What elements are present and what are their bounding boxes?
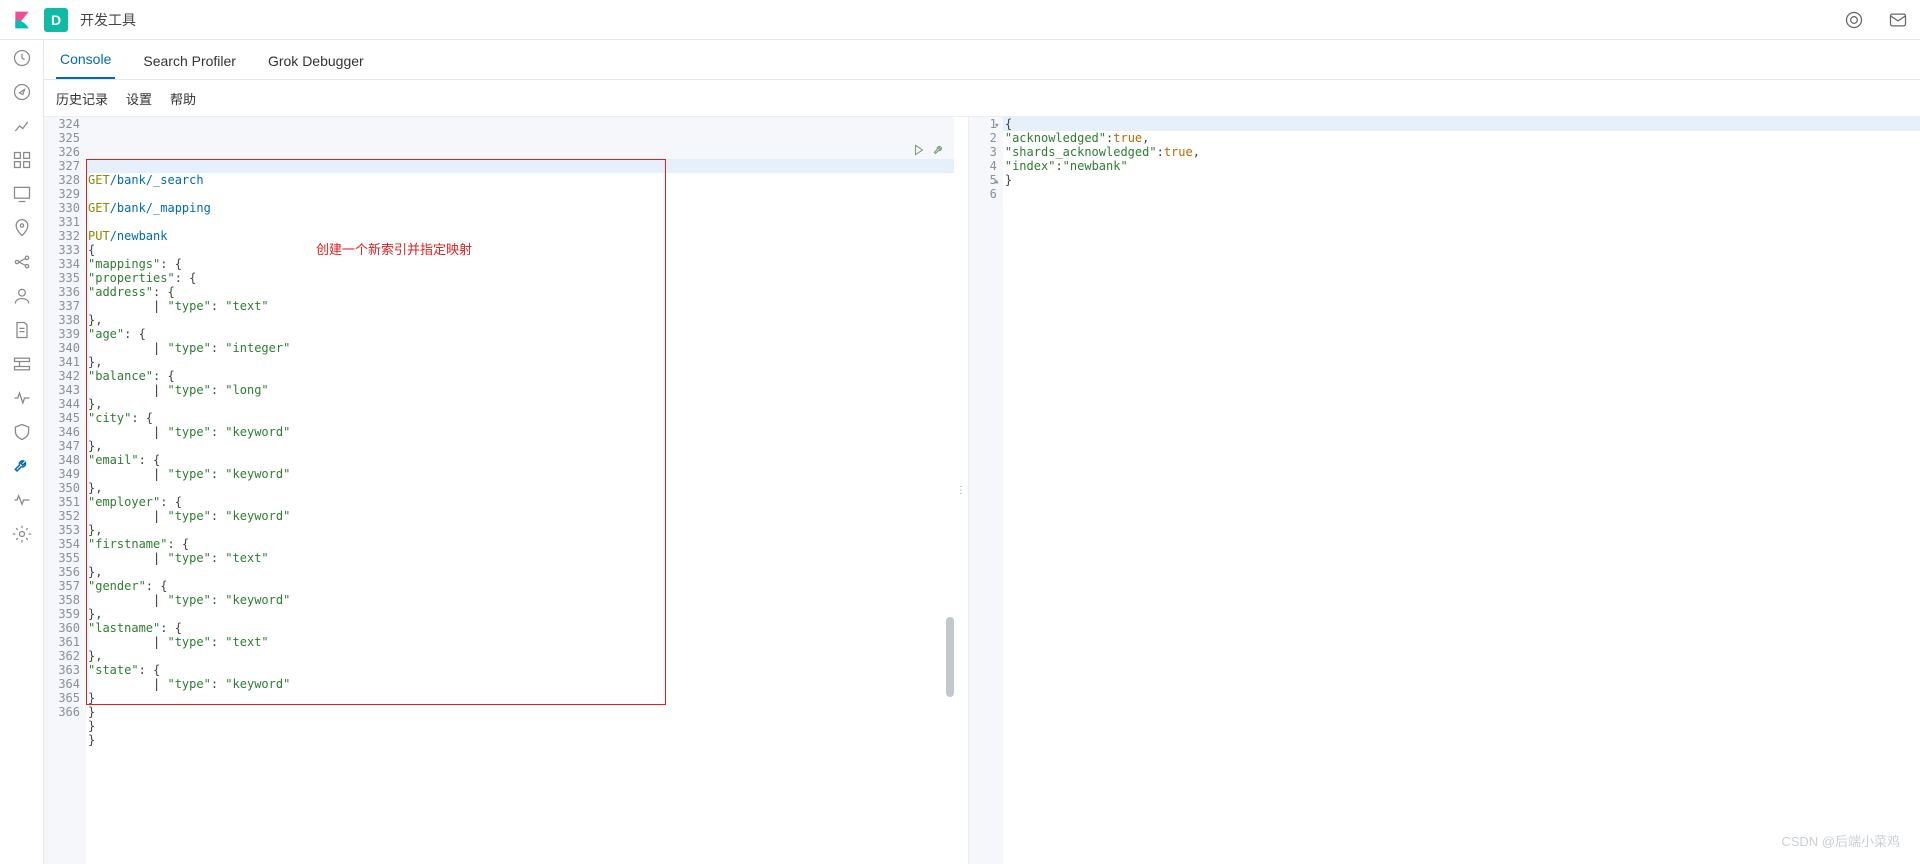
response-editor: 123456▾▴ { "acknowledged" : true, "shard… <box>968 117 1920 864</box>
subbar-settings[interactable]: 设置 <box>126 89 152 108</box>
main: Console Search Profiler Grok Debugger 历史… <box>44 40 1920 864</box>
topbar: D 开发工具 <box>0 0 1920 40</box>
sidebar <box>0 40 44 864</box>
maps-icon[interactable] <box>12 218 32 238</box>
mail-icon[interactable] <box>1888 10 1908 30</box>
space-badge[interactable]: D <box>44 8 68 32</box>
tab-grok-debugger[interactable]: Grok Debugger <box>264 43 368 79</box>
logs-icon[interactable] <box>12 320 32 340</box>
devtools-icon[interactable] <box>12 456 32 476</box>
discover-icon[interactable] <box>12 82 32 102</box>
metrics-icon[interactable] <box>12 286 32 306</box>
uptime-icon[interactable] <box>12 388 32 408</box>
wrench-icon[interactable] <box>932 143 946 157</box>
monitoring-icon[interactable] <box>12 490 32 510</box>
request-editor[interactable]: 3243253263273283293303313323333343353363… <box>44 117 954 864</box>
subbar-help[interactable]: 帮助 <box>170 89 196 108</box>
request-code[interactable]: GET /bank/_searchGET /bank/_mappingPUT /… <box>86 117 954 864</box>
body: Console Search Profiler Grok Debugger 历史… <box>0 40 1920 864</box>
tab-search-profiler[interactable]: Search Profiler <box>139 43 240 79</box>
siem-icon[interactable] <box>12 422 32 442</box>
request-gutter: 3243253263273283293303313323333343353363… <box>44 117 86 864</box>
breadcrumb-title: 开发工具 <box>80 10 136 30</box>
canvas-icon[interactable] <box>12 184 32 204</box>
apm-icon[interactable] <box>12 354 32 374</box>
editors: 3243253263273283293303313323333343353363… <box>44 116 1920 864</box>
ml-icon[interactable] <box>12 252 32 272</box>
response-code[interactable]: { "acknowledged" : true, "shards_acknowl… <box>1003 117 1920 864</box>
help-icon[interactable] <box>1844 10 1864 30</box>
tabs: Console Search Profiler Grok Debugger <box>44 40 1920 80</box>
recent-icon[interactable] <box>12 48 32 68</box>
watermark: CSDN @后端小菜鸡 <box>1781 831 1900 850</box>
run-icon[interactable] <box>912 143 926 157</box>
response-gutter: 123456▾▴ <box>969 117 1003 864</box>
app-root: D 开发工具 Console Search Profiler <box>0 0 1920 864</box>
dashboard-icon[interactable] <box>12 150 32 170</box>
kibana-logo-icon <box>12 10 32 30</box>
subbar-history[interactable]: 历史记录 <box>56 89 108 108</box>
subbar: 历史记录 设置 帮助 <box>44 80 1920 116</box>
management-icon[interactable] <box>12 524 32 544</box>
splitter[interactable]: ⋮ <box>954 117 968 864</box>
editor-actions <box>912 143 946 157</box>
tab-console[interactable]: Console <box>56 41 115 79</box>
visualize-icon[interactable] <box>12 116 32 136</box>
